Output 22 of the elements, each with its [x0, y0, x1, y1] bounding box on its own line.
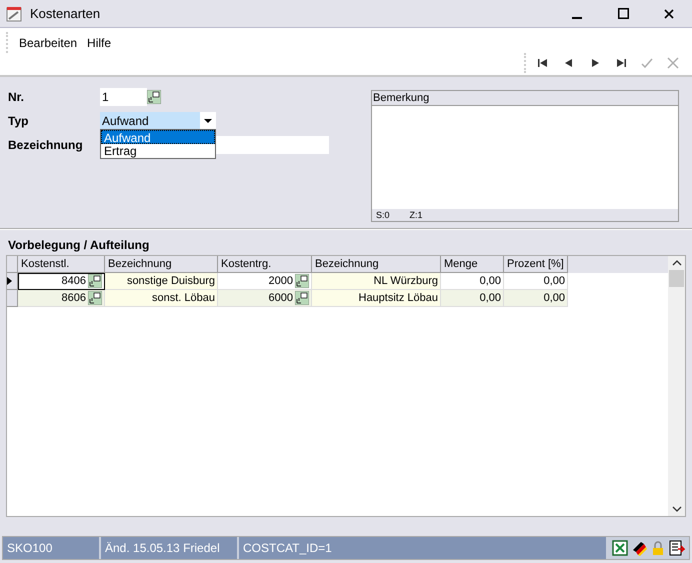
table-cell: 6000 — [218, 290, 312, 307]
status-field: SKO100 — [3, 537, 101, 559]
remark-status: S:0 — [376, 209, 390, 221]
field-label: Nr. — [8, 88, 26, 106]
table-cell: Hauptsitz Löbau — [312, 290, 441, 307]
field-label: Typ — [8, 112, 30, 130]
table-cell: NL Würzburg — [312, 273, 441, 290]
field-label: Bezeichnung — [8, 136, 84, 154]
window-title: Kostenarten — [30, 4, 100, 23]
table-cell: 0,00 — [504, 290, 568, 307]
remark-status: Z:1 — [410, 209, 423, 221]
table-cell: 8606 — [18, 290, 105, 307]
section-title: Vorbelegung / Aufteilung — [7, 237, 150, 254]
status-field: Änd. 15.05.13 Friedel — [101, 537, 239, 559]
table-cell: 2000 — [218, 273, 312, 290]
table-cell: sonst. Löbau — [105, 290, 218, 307]
table-cell: 0,00 — [441, 273, 504, 290]
table-cell: 8406 — [18, 273, 105, 290]
remark-header: Bemerkung — [372, 91, 678, 106]
table-cell: 0,00 — [504, 273, 568, 290]
table-cell: 0,00 — [441, 290, 504, 307]
table-cell: sonstige Duisburg — [105, 273, 218, 290]
